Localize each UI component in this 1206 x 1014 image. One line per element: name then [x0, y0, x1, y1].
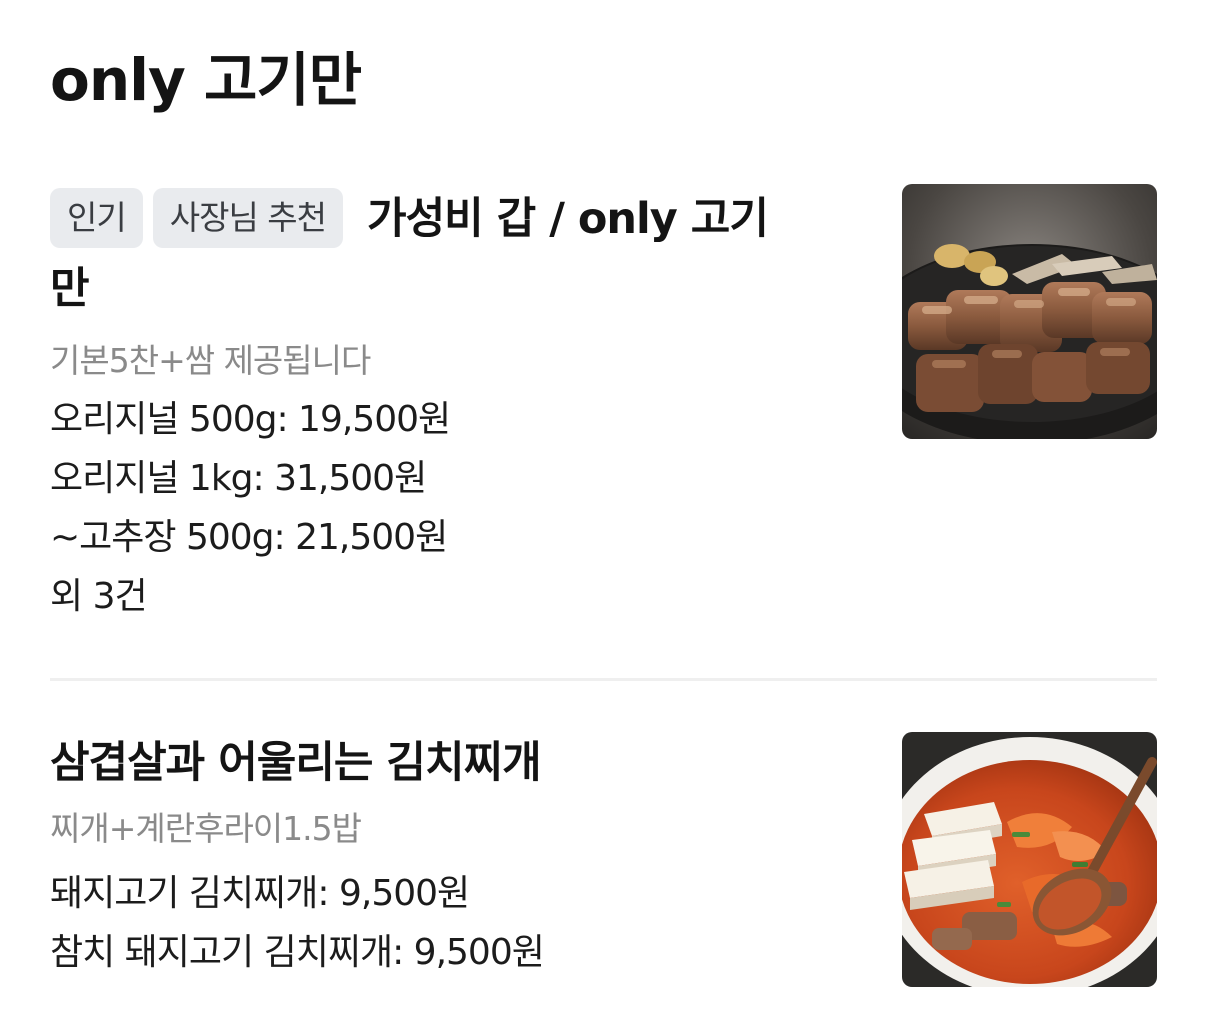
badge-owner-recommend: 사장님 추천	[152, 188, 344, 248]
more-options-count: 외 3건	[50, 576, 148, 617]
menu-item-kimchi-stew[interactable]: 삼겹살과 어울리는 김치찌개 찌개+계란후라이1.5밥 돼지고기 김치찌개: 9…	[50, 732, 1157, 992]
price-option: 돼지고기 김치찌개: 9,500원	[50, 873, 470, 914]
menu-item-text: 삼겹살과 어울리는 김치찌개 찌개+계란후라이1.5밥 돼지고기 김치찌개: 9…	[50, 732, 790, 982]
price-option: ~고추장 500g: 21,500원	[50, 517, 448, 558]
menu-item-header: 인기 사장님 추천 가성비 갑 / only 고기만	[50, 184, 790, 324]
grilled-pork-photo[interactable]	[902, 184, 1157, 439]
menu-item-prices: 오리지널 500g: 19,500원 오리지널 1kg: 31,500원 ~고추…	[50, 390, 790, 626]
menu-item-prices: 돼지고기 김치찌개: 9,500원 참치 돼지고기 김치찌개: 9,500원	[50, 864, 790, 982]
kimchi-stew-photo[interactable]	[902, 732, 1157, 987]
item-divider	[50, 678, 1157, 681]
menu-item-description: 기본5찬+쌈 제공됩니다	[50, 341, 371, 380]
menu-item-only-meat[interactable]: 인기 사장님 추천 가성비 갑 / only 고기만 기본5찬+쌈 제공됩니다 오…	[50, 184, 1157, 624]
price-option: 오리지널 1kg: 31,500원	[50, 458, 427, 499]
menu-item-name: 삼겹살과 어울리는 김치찌개	[50, 738, 542, 788]
price-option: 참치 돼지고기 김치찌개: 9,500원	[50, 932, 545, 973]
menu-item-description: 찌개+계란후라이1.5밥	[50, 809, 362, 848]
price-option: 오리지널 500g: 19,500원	[50, 399, 451, 440]
badge-popular: 인기	[50, 188, 143, 248]
menu-item-text: 인기 사장님 추천 가성비 갑 / only 고기만 기본5찬+쌈 제공됩니다 오…	[50, 184, 790, 626]
section-title: only 고기만	[50, 46, 362, 114]
